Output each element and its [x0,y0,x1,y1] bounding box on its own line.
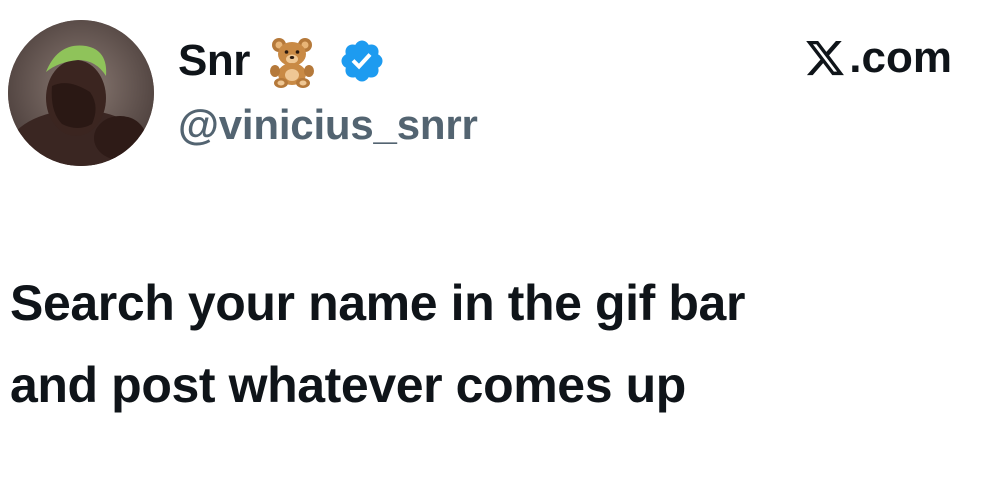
verified-icon [341,40,383,82]
teddy-bear-icon [269,38,314,88]
author-name-row: Snr [178,32,386,90]
avatar[interactable] [8,20,154,166]
x-logo-icon [806,40,845,76]
author-handle[interactable]: @vinicius_snrr [178,104,478,146]
post-text-line-2: and post whatever comes up [10,357,686,413]
source-site[interactable]: .com [803,36,952,80]
post-text-line-1: Search your name in the gif bar [10,275,746,331]
avatar-photo [8,20,154,166]
display-name[interactable]: Snr [178,39,250,83]
site-suffix: .com [849,33,952,82]
post-text: Search your name in the gif bar and post… [10,262,976,426]
